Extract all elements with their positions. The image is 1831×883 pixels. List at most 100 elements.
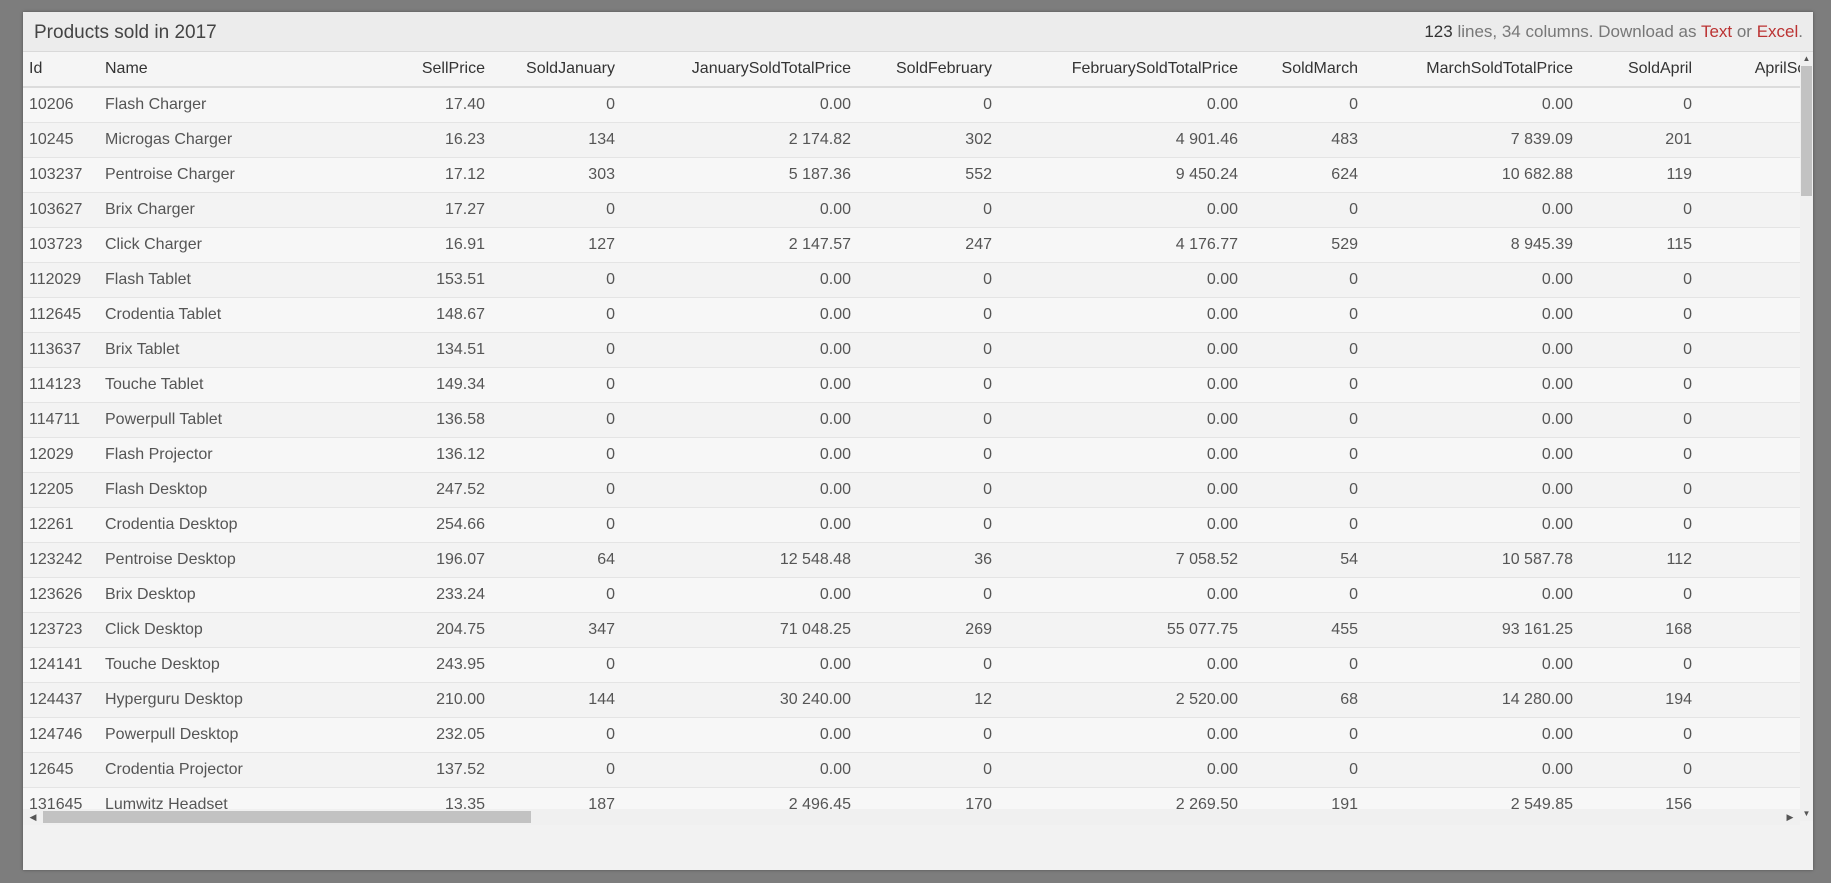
cell-id: 12205	[23, 472, 99, 508]
cell-marchsoldtotalprice: 0.00	[1364, 332, 1579, 368]
table-row[interactable]: 10245 Microgas Charger 16.23 134 2 174.82 302…	[23, 122, 1800, 158]
column-header-marchsoldtotalprice[interactable]: MarchSoldTotalPrice	[1364, 52, 1579, 88]
info-or: or	[1732, 22, 1757, 41]
table-row[interactable]: 12261 Crodentia Desktop 254.66 0 0.00 0 0.00 0 0…	[23, 507, 1800, 543]
table-row[interactable]: 112029 Flash Tablet 153.51 0 0.00 0 0.00 0 0.00 0	[23, 262, 1800, 298]
horizontal-scroll-thumb[interactable]	[43, 811, 531, 823]
data-grid[interactable]: Id Name SellPrice SoldJanuary JanuarySoldTot…	[23, 52, 1800, 821]
scroll-right-arrow-icon[interactable]: ▶	[1782, 809, 1798, 825]
table-row[interactable]: 123242 Pentroise Desktop 196.07 64 12 548.48…	[23, 542, 1800, 578]
cell-februarysoldtotalprice: 55 077.75	[998, 612, 1244, 648]
column-header-id[interactable]: Id	[23, 52, 99, 88]
cell-soldapril: 0	[1579, 647, 1698, 683]
cell-aprilsoldtotalprice	[1698, 647, 1800, 683]
cell-id: 123242	[23, 542, 99, 578]
cell-soldapril: 0	[1579, 717, 1698, 753]
table-row[interactable]: 12029 Flash Projector 136.12 0 0.00 0 0.00 0 0.0…	[23, 437, 1800, 473]
column-header-sellprice[interactable]: SellPrice	[356, 52, 491, 88]
table-row[interactable]: 113637 Brix Tablet 134.51 0 0.00 0 0.00 0 0.00 0	[23, 332, 1800, 368]
cell-name: Touche Desktop	[99, 647, 356, 683]
cell-marchsoldtotalprice: 7 839.09	[1364, 122, 1579, 158]
column-header-name[interactable]: Name	[99, 52, 356, 88]
cell-soldfebruary: 0	[857, 472, 998, 508]
cell-februarysoldtotalprice: 0.00	[998, 297, 1244, 333]
cell-id: 103237	[23, 157, 99, 193]
table-row[interactable]: 114123 Touche Tablet 149.34 0 0.00 0 0.00 0 0.00…	[23, 367, 1800, 403]
cell-aprilsoldtotalprice	[1698, 297, 1800, 333]
cell-id: 10206	[23, 87, 99, 123]
cell-marchsoldtotalprice: 0.00	[1364, 297, 1579, 333]
column-header-soldmarch[interactable]: SoldMarch	[1244, 52, 1364, 88]
cell-soldmarch: 624	[1244, 157, 1364, 193]
cell-aprilsoldtotalprice	[1698, 157, 1800, 193]
column-header-soldapril[interactable]: SoldApril	[1579, 52, 1698, 88]
table-row[interactable]: 124141 Touche Desktop 243.95 0 0.00 0 0.00 0 0.0…	[23, 647, 1800, 683]
cell-soldfebruary: 0	[857, 402, 998, 438]
cell-februarysoldtotalprice: 2 520.00	[998, 682, 1244, 718]
table-row[interactable]: 112645 Crodentia Tablet 148.67 0 0.00 0 0.00 0 0…	[23, 297, 1800, 333]
cell-sellprice: 148.67	[356, 297, 491, 333]
column-header-januarysoldtotalprice[interactable]: JanuarySoldTotalPrice	[621, 52, 857, 88]
cell-soldmarch: 0	[1244, 472, 1364, 508]
cell-soldmarch: 0	[1244, 87, 1364, 123]
cell-soldapril: 0	[1579, 297, 1698, 333]
table-row[interactable]: 103237 Pentroise Charger 17.12 303 5 187.36 5…	[23, 157, 1800, 193]
horizontal-scrollbar[interactable]: ◀ ▶	[23, 809, 1800, 825]
cell-name: Pentroise Desktop	[99, 542, 356, 578]
cell-name: Brix Desktop	[99, 577, 356, 613]
cell-aprilsoldtotalprice	[1698, 192, 1800, 228]
table-row[interactable]: 12645 Crodentia Projector 137.52 0 0.00 0 0.00…	[23, 752, 1800, 788]
table-row[interactable]: 103723 Click Charger 16.91 127 2 147.57 247 4 …	[23, 227, 1800, 263]
cell-soldapril: 0	[1579, 752, 1698, 788]
download-excel-link[interactable]: Excel	[1757, 22, 1799, 41]
table-row[interactable]: 10206 Flash Charger 17.40 0 0.00 0 0.00 0 0.00 0	[23, 87, 1800, 123]
cell-januarysoldtotalprice: 0.00	[621, 402, 857, 438]
cell-sellprice: 134.51	[356, 332, 491, 368]
cell-soldfebruary: 247	[857, 227, 998, 263]
cell-aprilsoldtotalprice	[1698, 752, 1800, 788]
cell-februarysoldtotalprice: 0.00	[998, 332, 1244, 368]
cell-soldfebruary: 552	[857, 157, 998, 193]
download-text-link[interactable]: Text	[1701, 22, 1732, 41]
products-table: Id Name SellPrice SoldJanuary JanuarySoldTot…	[23, 52, 1800, 821]
table-row[interactable]: 12205 Flash Desktop 247.52 0 0.00 0 0.00 0 0.00 0	[23, 472, 1800, 508]
cell-name: Touche Tablet	[99, 367, 356, 403]
scroll-down-arrow-icon[interactable]: ▼	[1800, 807, 1813, 821]
cell-soldjanuary: 0	[491, 472, 621, 508]
cell-soldjanuary: 0	[491, 87, 621, 123]
cell-februarysoldtotalprice: 0.00	[998, 717, 1244, 753]
cell-soldjanuary: 0	[491, 402, 621, 438]
cell-soldjanuary: 127	[491, 227, 621, 263]
cell-aprilsoldtotalprice	[1698, 262, 1800, 298]
cell-id: 103723	[23, 227, 99, 263]
column-header-soldjanuary[interactable]: SoldJanuary	[491, 52, 621, 88]
cell-name: Powerpull Desktop	[99, 717, 356, 753]
column-header-soldfebruary[interactable]: SoldFebruary	[857, 52, 998, 88]
vertical-scroll-thumb[interactable]	[1801, 66, 1812, 196]
cell-aprilsoldtotalprice	[1698, 577, 1800, 613]
table-row[interactable]: 123626 Brix Desktop 233.24 0 0.00 0 0.00 0 0.00 0	[23, 577, 1800, 613]
scroll-left-arrow-icon[interactable]: ◀	[25, 809, 41, 825]
cell-soldapril: 0	[1579, 437, 1698, 473]
cell-soldfebruary: 0	[857, 367, 998, 403]
table-row[interactable]: 103627 Brix Charger 17.27 0 0.00 0 0.00 0 0.00 0	[23, 192, 1800, 228]
table-row[interactable]: 124746 Powerpull Desktop 232.05 0 0.00 0 0.00 0…	[23, 717, 1800, 753]
table-row[interactable]: 114711 Powerpull Tablet 136.58 0 0.00 0 0.00 0 0…	[23, 402, 1800, 438]
scroll-up-arrow-icon[interactable]: ▲	[1800, 52, 1813, 66]
column-header-februarysoldtotalprice[interactable]: FebruarySoldTotalPrice	[998, 52, 1244, 88]
cell-januarysoldtotalprice: 0.00	[621, 717, 857, 753]
cell-sellprice: 243.95	[356, 647, 491, 683]
cell-soldjanuary: 0	[491, 437, 621, 473]
cell-soldapril: 0	[1579, 472, 1698, 508]
table-row[interactable]: 124437 Hyperguru Desktop 210.00 144 30 240.0…	[23, 682, 1800, 718]
vertical-scrollbar[interactable]: ▲ ▼	[1800, 52, 1813, 821]
cell-februarysoldtotalprice: 0.00	[998, 752, 1244, 788]
column-header-aprilsoldtotalprice[interactable]: AprilSoldTotalPrice	[1698, 52, 1800, 88]
cell-soldfebruary: 269	[857, 612, 998, 648]
table-row[interactable]: 123723 Click Desktop 204.75 347 71 048.25 269…	[23, 612, 1800, 648]
cell-februarysoldtotalprice: 0.00	[998, 437, 1244, 473]
cell-aprilsoldtotalprice	[1698, 87, 1800, 123]
cell-id: 113637	[23, 332, 99, 368]
cell-februarysoldtotalprice: 0.00	[998, 402, 1244, 438]
cell-februarysoldtotalprice: 4 176.77	[998, 227, 1244, 263]
